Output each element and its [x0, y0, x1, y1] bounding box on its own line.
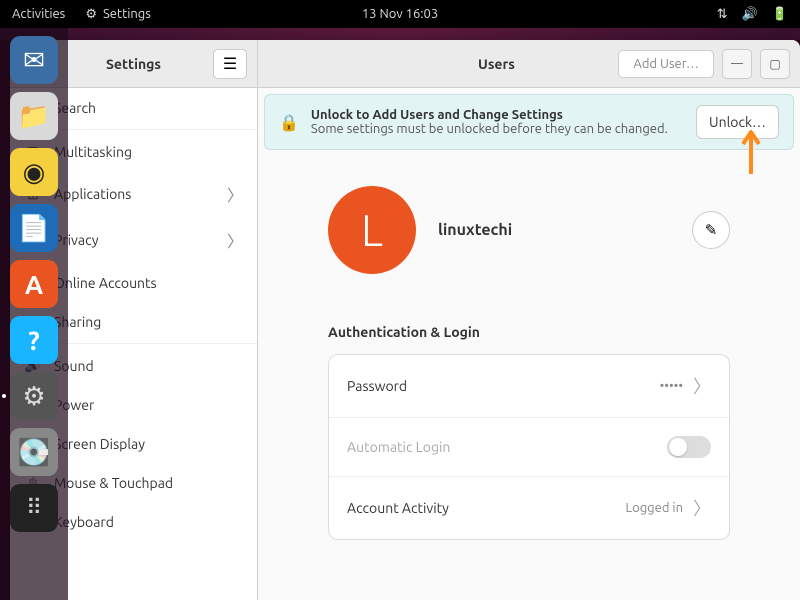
- avatar[interactable]: L: [328, 186, 416, 274]
- lock-icon: 🔒: [279, 113, 299, 132]
- dock-thunderbird[interactable]: ✉: [10, 36, 58, 84]
- unlock-infobar: 🔒 Unlock to Add Users and Change Setting…: [264, 94, 794, 150]
- main-panel: 🔒 Unlock to Add Users and Change Setting…: [258, 88, 800, 600]
- sidebar-item-label: Online Accounts: [54, 275, 157, 291]
- gear-icon: ⚙: [85, 7, 97, 22]
- unlock-button[interactable]: Unlock…: [696, 105, 779, 139]
- wallpaper-strip: [0, 28, 800, 40]
- hamburger-menu-button[interactable]: ☰: [213, 49, 247, 79]
- app-menu[interactable]: ⚙ Settings: [85, 7, 151, 22]
- edit-user-button[interactable]: ✎: [692, 211, 730, 249]
- dock-settings[interactable]: ⚙: [10, 372, 58, 420]
- dock-disks[interactable]: 💽: [10, 428, 58, 476]
- minimize-button[interactable]: —: [722, 49, 752, 79]
- dock-rhythmbox[interactable]: ◉: [10, 148, 58, 196]
- maximize-button[interactable]: ▢: [760, 49, 790, 79]
- top-menu-bar: Activities ⚙ Settings 13 Nov 16:03 ⇅ 🔊 🔋: [0, 0, 800, 28]
- dock-software[interactable]: A: [10, 260, 58, 308]
- volume-icon[interactable]: 🔊: [742, 7, 758, 22]
- network-icon[interactable]: ⇅: [717, 7, 728, 22]
- window-title-left: Settings: [54, 56, 213, 72]
- user-header: L linuxtechi ✎: [328, 186, 730, 274]
- account-activity-row[interactable]: Account Activity Logged in 〉: [329, 477, 729, 539]
- dock-show-apps[interactable]: ⠿: [10, 484, 58, 532]
- activities-button[interactable]: Activities: [12, 7, 65, 21]
- sidebar-item-label: Mouse & Touchpad: [54, 475, 173, 491]
- auth-section-title: Authentication & Login: [328, 324, 730, 340]
- auth-list: Password ••••• 〉 Automatic Login Account…: [328, 354, 730, 540]
- automatic-login-row: Automatic Login: [329, 418, 729, 477]
- dock-help[interactable]: ?: [10, 316, 58, 364]
- activity-label: Account Activity: [347, 500, 625, 516]
- chevron-right-icon: 〉: [227, 182, 243, 206]
- clock[interactable]: 13 Nov 16:03: [362, 7, 438, 21]
- chevron-right-icon: 〉: [227, 228, 243, 252]
- dock-files[interactable]: 📁: [10, 92, 58, 140]
- auto-login-toggle: [667, 436, 711, 458]
- window-title-right: Users: [478, 56, 515, 72]
- chevron-right-icon: 〉: [693, 373, 711, 399]
- dock-libreoffice[interactable]: 📄: [10, 204, 58, 252]
- infobar-title: Unlock to Add Users and Change Settings: [311, 108, 684, 122]
- infobar-subtitle: Some settings must be unlocked before th…: [311, 122, 684, 136]
- activity-value: Logged in: [625, 501, 683, 515]
- dock: ✉ 📁 ◉ 📄 A ? ⚙ 💽 ⠿: [0, 28, 68, 600]
- chevron-right-icon: 〉: [693, 495, 711, 521]
- user-name: linuxtechi: [438, 221, 512, 239]
- password-row[interactable]: Password ••••• 〉: [329, 355, 729, 418]
- password-value: •••••: [660, 379, 683, 393]
- titlebar: Settings ☰ Users Add User… — ▢: [10, 40, 800, 88]
- settings-window: Settings ☰ Users Add User… — ▢ 🔍Search ⊞…: [10, 40, 800, 600]
- pencil-icon: ✎: [705, 221, 718, 239]
- auto-login-label: Automatic Login: [347, 439, 667, 455]
- app-menu-label: Settings: [103, 7, 151, 21]
- add-user-button[interactable]: Add User…: [618, 50, 714, 78]
- battery-icon[interactable]: 🔋: [772, 7, 788, 22]
- password-label: Password: [347, 378, 660, 394]
